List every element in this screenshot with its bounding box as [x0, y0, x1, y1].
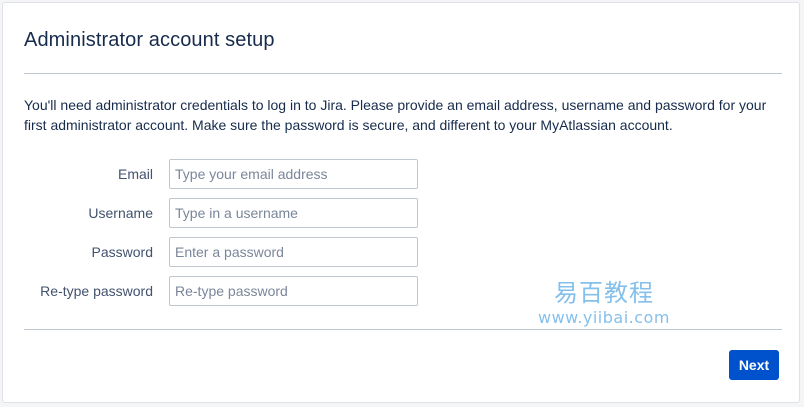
- watermark-text: 易百教程: [553, 279, 654, 307]
- watermark-url: www.yiibai.com: [538, 308, 670, 327]
- page-title: Administrator account setup: [24, 29, 275, 51]
- username-field[interactable]: [169, 198, 418, 228]
- email-label: Email: [117, 166, 153, 182]
- password-label: Password: [91, 244, 153, 260]
- retype-password-label: Re-type password: [40, 283, 153, 299]
- retype-password-field[interactable]: [169, 276, 418, 306]
- password-field[interactable]: [169, 237, 418, 267]
- setup-card: Administrator account setup You'll need …: [2, 2, 800, 403]
- email-field[interactable]: [169, 159, 418, 189]
- header-divider: [24, 73, 782, 74]
- intro-text: You'll need administrator credentials to…: [24, 97, 767, 133]
- username-label: Username: [88, 205, 153, 221]
- footer-divider: [24, 329, 782, 330]
- next-button[interactable]: Next: [729, 350, 779, 380]
- site-watermark: 易百教程 www.yiibai.com: [538, 279, 670, 329]
